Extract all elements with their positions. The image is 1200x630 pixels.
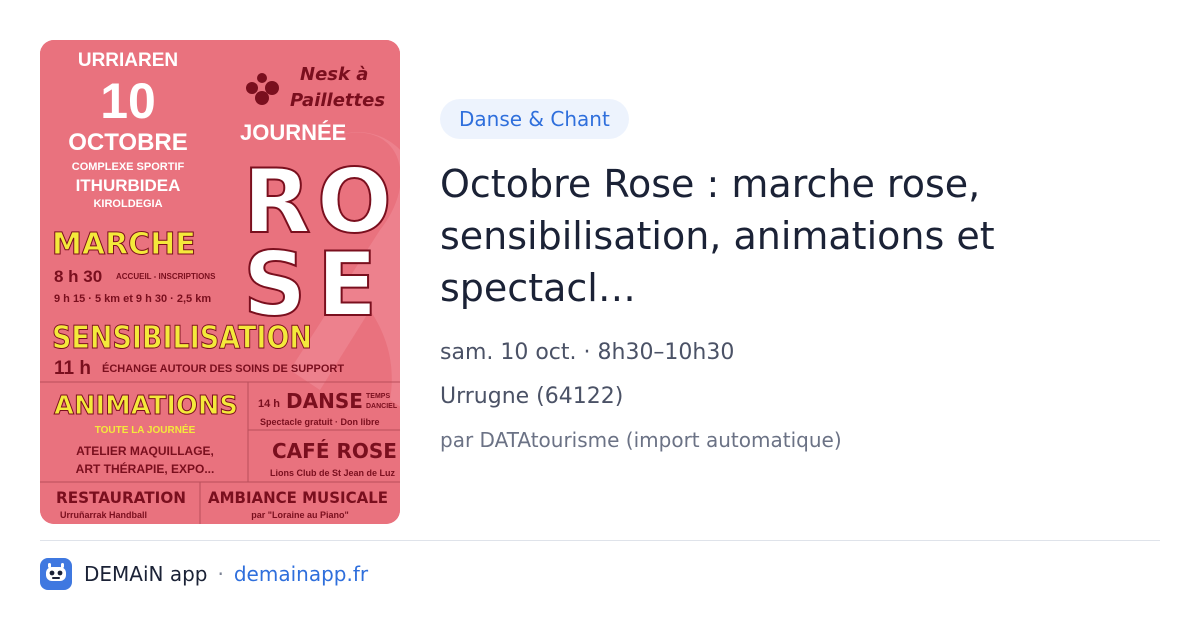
poster-marche-time2: 9 h 15 · 5 km et 9 h 30 · 2,5 km bbox=[54, 293, 211, 305]
poster-animations-title: ANIMATIONS bbox=[54, 391, 238, 421]
poster-danse-time: 14 h bbox=[258, 398, 280, 410]
poster-venue-2: ITHURBIDEA bbox=[76, 176, 181, 195]
poster-danse-note1: TEMPS bbox=[366, 393, 390, 400]
poster-sensibilisation-text: ÉCHANGE AUTOUR DES SOINS DE SUPPORT bbox=[102, 362, 344, 375]
poster-ambiance-sub: par "Loraine au Piano" bbox=[251, 510, 349, 520]
poster-brand-line1: Nesk à bbox=[300, 64, 368, 85]
poster-marche-time1-note: ACCUEIL - INSCRIPTIONS bbox=[116, 272, 216, 281]
event-date: sam. 10 oct. · 8h30–10h30 bbox=[440, 340, 735, 365]
app-logo-icon bbox=[40, 558, 72, 590]
app-name: DEMAiN app bbox=[84, 562, 208, 586]
poster-danse-title: DANSE bbox=[286, 389, 363, 413]
poster-brand-line2: Paillettes bbox=[290, 90, 385, 111]
footer: DEMAiN app · demainapp.fr bbox=[40, 558, 368, 590]
footer-separator: · bbox=[217, 562, 224, 586]
poster-danse-note2: DANCIEL bbox=[366, 403, 398, 410]
poster-rose-e: E bbox=[317, 233, 377, 336]
event-title[interactable]: Octobre Rose : marche rose, sensibilisat… bbox=[440, 158, 1160, 314]
poster-cafe-title: CAFÉ ROSE bbox=[272, 439, 397, 463]
event-poster-image[interactable]: URRIAREN 10 OCTOBRE COMPLEXE SPORTIF ITH… bbox=[40, 40, 400, 524]
poster-marche-title: MARCHE bbox=[52, 227, 196, 262]
poster-marche-time1: 8 h 30 bbox=[54, 267, 102, 286]
footer-divider bbox=[40, 540, 1160, 541]
app-link[interactable]: demainapp.fr bbox=[234, 562, 368, 586]
poster-animations-line1: ATELIER MAQUILLAGE, bbox=[76, 444, 214, 458]
poster-ambiance-title: AMBIANCE MUSICALE bbox=[208, 488, 388, 507]
poster-journee: JOURNÉE bbox=[240, 120, 346, 145]
poster-month: OCTOBRE bbox=[68, 129, 188, 156]
poster-restauration-sub: Urruñarrak Handball bbox=[60, 510, 147, 520]
poster-sensibilisation-time: 11 h bbox=[54, 358, 91, 379]
category-badge[interactable]: Danse & Chant bbox=[440, 99, 629, 139]
event-location: Urrugne (64122) bbox=[440, 384, 624, 409]
poster-danse-sub: Spectacle gratuit · Don libre bbox=[260, 417, 380, 427]
poster-sensibilisation-title: SENSIBILISATION bbox=[52, 320, 312, 356]
poster-urriaren: URRIAREN bbox=[78, 50, 178, 71]
event-source: par DATAtourisme (import automatique) bbox=[440, 428, 842, 452]
poster-animations-sub: TOUTE LA JOURNÉE bbox=[95, 423, 196, 436]
poster-venue-3: KIROLDEGIA bbox=[93, 198, 162, 210]
poster-cafe-sub: Lions Club de St Jean de Luz bbox=[270, 468, 396, 478]
poster-artwork: URRIAREN 10 OCTOBRE COMPLEXE SPORTIF ITH… bbox=[40, 40, 400, 524]
poster-animations-line2: ART THÉRAPIE, EXPO... bbox=[76, 461, 215, 476]
poster-venue-1: COMPLEXE SPORTIF bbox=[72, 161, 185, 173]
poster-day: 10 bbox=[100, 73, 156, 129]
poster-restauration-title: RESTAURATION bbox=[56, 488, 186, 507]
